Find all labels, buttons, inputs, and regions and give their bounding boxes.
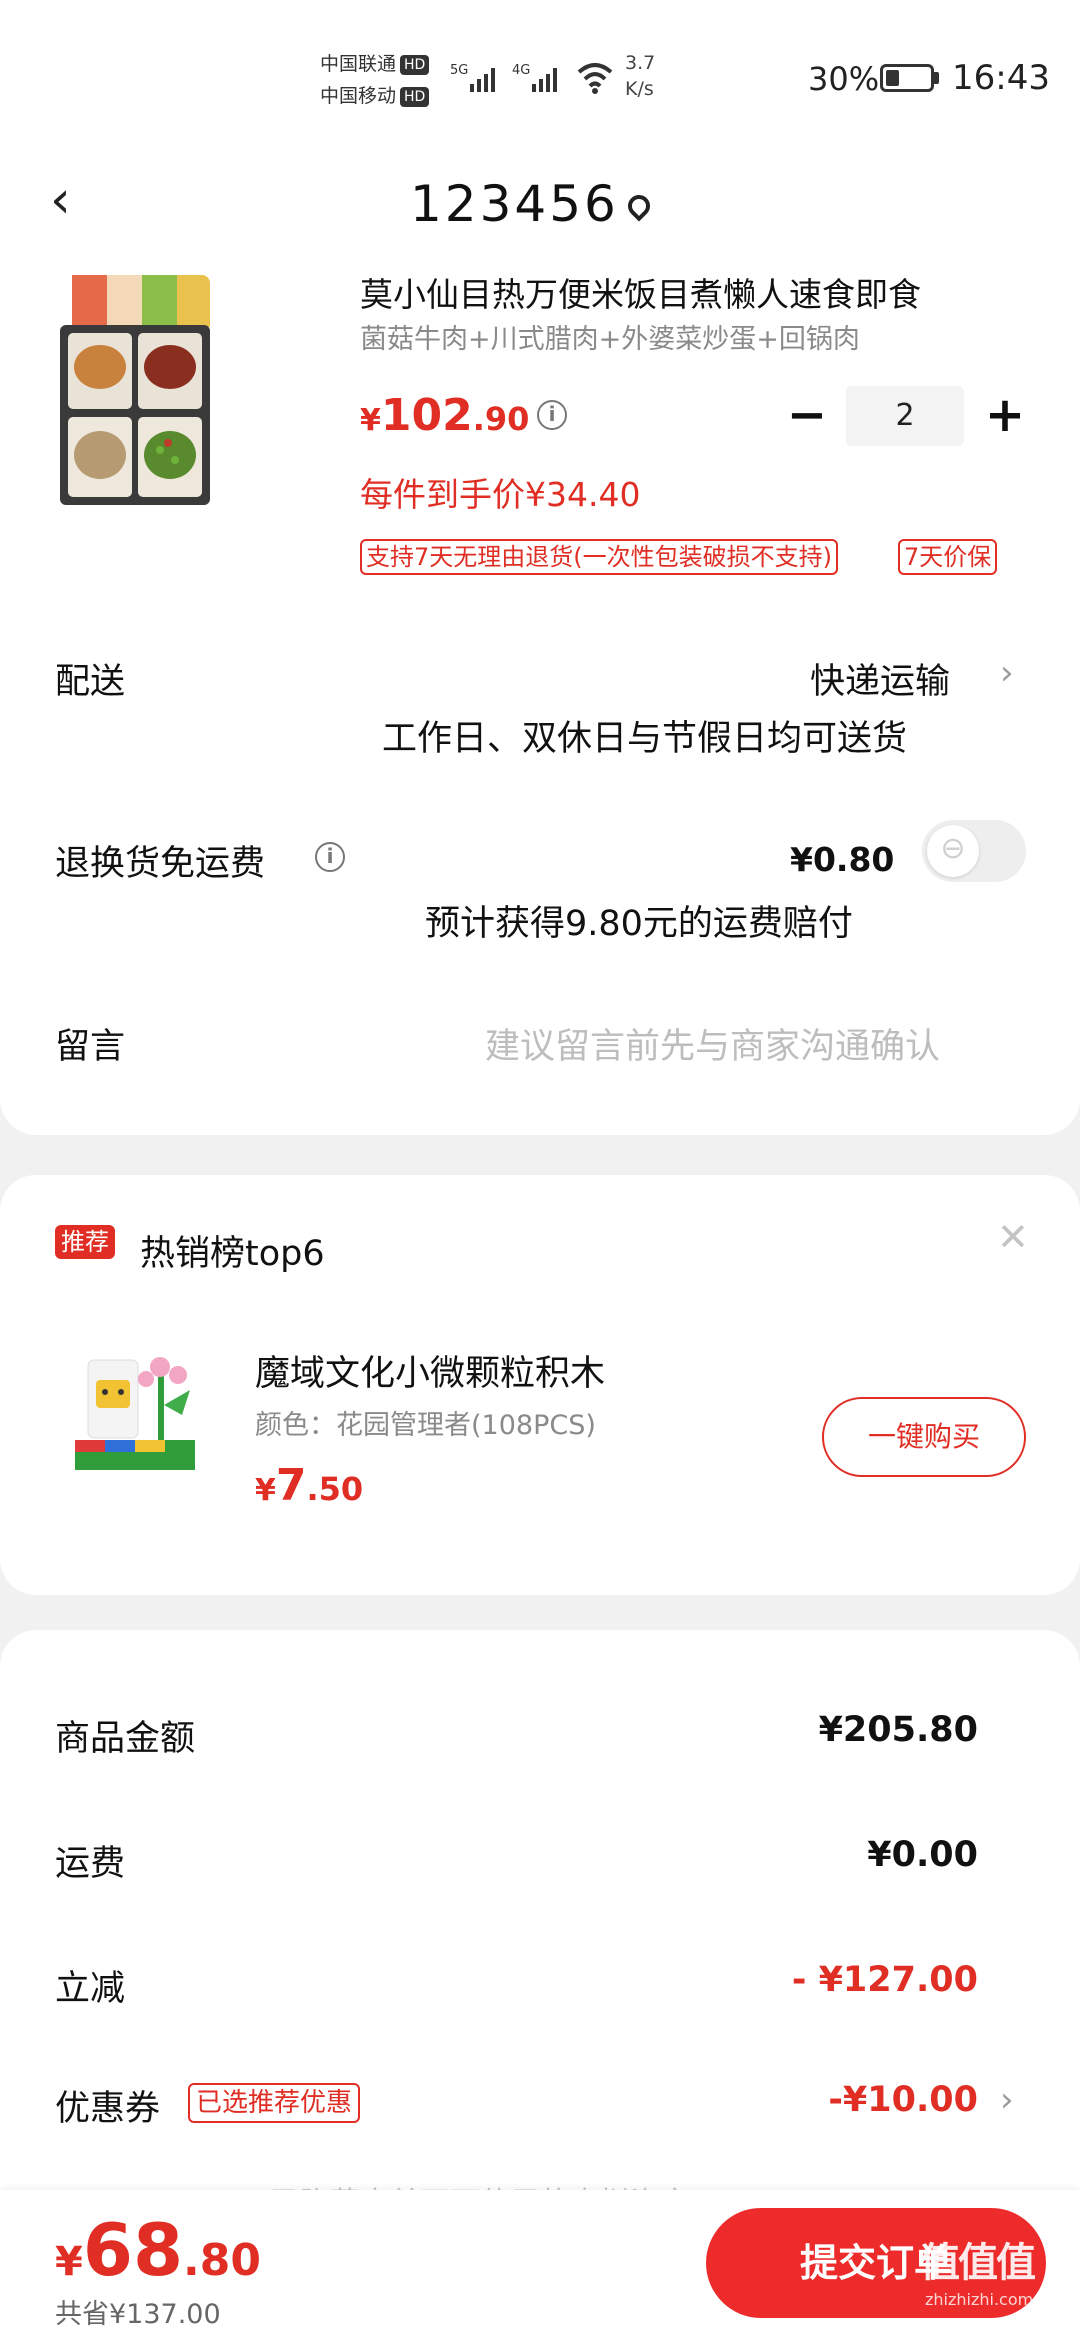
svg-text:4G: 4G — [512, 63, 530, 78]
back-icon[interactable]: ‹ — [50, 170, 71, 230]
product-spec: 菌菇牛肉+川式腊肉+外婆菜炒蛋+回锅肉 — [360, 324, 860, 355]
carrier-1: 中国联通 — [320, 53, 397, 75]
return-policy-tag: 支持7天无理由退货(一次性包装破损不支持) — [360, 539, 838, 575]
return-insurance-note: 预计获得9.80元的运费赔付 — [425, 904, 853, 944]
battery-fill — [886, 70, 899, 86]
discount-label: 立减 — [55, 1969, 126, 2009]
recommend-title: 热销榜top6 — [140, 1234, 325, 1274]
coupon-tag: 已选推荐优惠 — [188, 2083, 361, 2123]
wifi-icon — [575, 60, 615, 98]
shipping-value: ¥0.00 — [867, 1835, 978, 1875]
message-input[interactable]: 建议留言前先与商家沟通确认 — [485, 1018, 940, 1069]
network-speed: 3.7 K/s — [625, 50, 655, 102]
close-icon[interactable]: ✕ — [997, 1215, 1029, 1259]
insurance-info-icon[interactable]: i — [315, 842, 345, 872]
recommend-item-spec: 颜色：花园管理者(108PCS) — [255, 1410, 596, 1441]
chevron-right-icon[interactable]: › — [1000, 2080, 1014, 2120]
toggle-knob: ⊖ — [927, 825, 979, 877]
signal-icons: 5G 4G — [450, 58, 590, 102]
discount-value: - ¥127.00 — [791, 1960, 978, 2000]
speed-value: 3.7 — [625, 52, 656, 74]
location-pin-icon — [623, 190, 655, 222]
product-title[interactable]: 莫小仙目热万便米饭目煮懒人速食即食 — [360, 268, 1080, 316]
goods-amount-value: ¥205.80 — [818, 1710, 978, 1750]
hd-badge: HD — [400, 86, 430, 107]
shipping-label: 运费 — [55, 1844, 126, 1884]
per-item-price: 每件到手价¥34.40 — [360, 475, 641, 514]
address-text: 123456 — [410, 175, 619, 233]
delivery-label: 配送 — [55, 662, 126, 702]
watermark-logo: 值值值 — [920, 2240, 1036, 2286]
battery-tip — [934, 72, 939, 84]
price-info-icon[interactable]: i — [537, 400, 567, 430]
address-bar[interactable]: 123456 — [410, 175, 619, 245]
message-label: 留言 — [55, 1027, 126, 1067]
svg-text:5G: 5G — [450, 63, 468, 78]
recommend-badge: 推荐 — [55, 1225, 115, 1259]
hd-badge: HD — [400, 54, 430, 75]
recommend-item-image[interactable] — [70, 1345, 220, 1495]
clock: 16:43 — [952, 58, 1050, 98]
delivery-method[interactable]: 快递运输 — [810, 653, 950, 704]
quantity-plus-button[interactable]: + — [980, 390, 1030, 440]
status-bar: 中国联通 HD 中国移动 HD 5G 4G 3.7 K/s 30% 16:43 — [0, 0, 1080, 150]
bottom-bar: ¥68.80 共省¥137.00 提交订单 值值值 zhizhizhi.com — [0, 2190, 1080, 2340]
recommend-item-name[interactable]: 魔域文化小微颗粒积木 — [255, 1345, 605, 1396]
goods-amount-label: 商品金额 — [55, 1719, 196, 1759]
saved-amount: 共省¥137.00 — [55, 2299, 221, 2330]
battery-percent: 30% — [808, 60, 880, 98]
product-price: ¥102.90 — [360, 390, 530, 441]
signal-icon: 5G 4G — [450, 63, 557, 92]
coupon-value[interactable]: -¥10.00 — [828, 2080, 978, 2120]
carrier-2: 中国移动 — [320, 85, 397, 107]
return-insurance-label: 退换货免运费 — [55, 844, 266, 884]
recommend-item-price: ¥7.50 — [255, 1460, 364, 1511]
one-click-buy-button[interactable]: 一键购买 — [822, 1397, 1026, 1477]
total-price: ¥68.80 — [55, 2208, 261, 2292]
price-protect-tag: 7天价保 — [898, 539, 998, 575]
coupon-label: 优惠券 — [55, 2089, 161, 2129]
speed-unit: K/s — [625, 78, 654, 100]
return-insurance-toggle[interactable]: ⊖ — [922, 820, 1026, 882]
order-card: ‹ 123456 莫小仙目热万便米饭目煮懒人速食即食 菌菇牛肉+川式腊肉+外婆菜… — [0, 150, 1080, 1135]
quantity-input[interactable]: 2 — [846, 386, 964, 446]
delivery-note: 工作日、双休日与节假日均可送货 — [382, 719, 908, 759]
watermark-text: zhizhizhi.com — [925, 2290, 1034, 2309]
product-image[interactable] — [60, 275, 210, 510]
chevron-right-icon[interactable]: › — [1000, 653, 1014, 693]
battery-icon — [880, 64, 934, 92]
return-insurance-price: ¥0.80 — [790, 840, 895, 879]
quantity-minus-button[interactable]: − — [782, 390, 832, 440]
carrier-info: 中国联通 HD 中国移动 HD — [320, 48, 430, 112]
recommend-card: 推荐 热销榜top6 ✕ 魔域文化小微颗粒积木 颜色：花园管理者(108PCS)… — [0, 1175, 1080, 1595]
